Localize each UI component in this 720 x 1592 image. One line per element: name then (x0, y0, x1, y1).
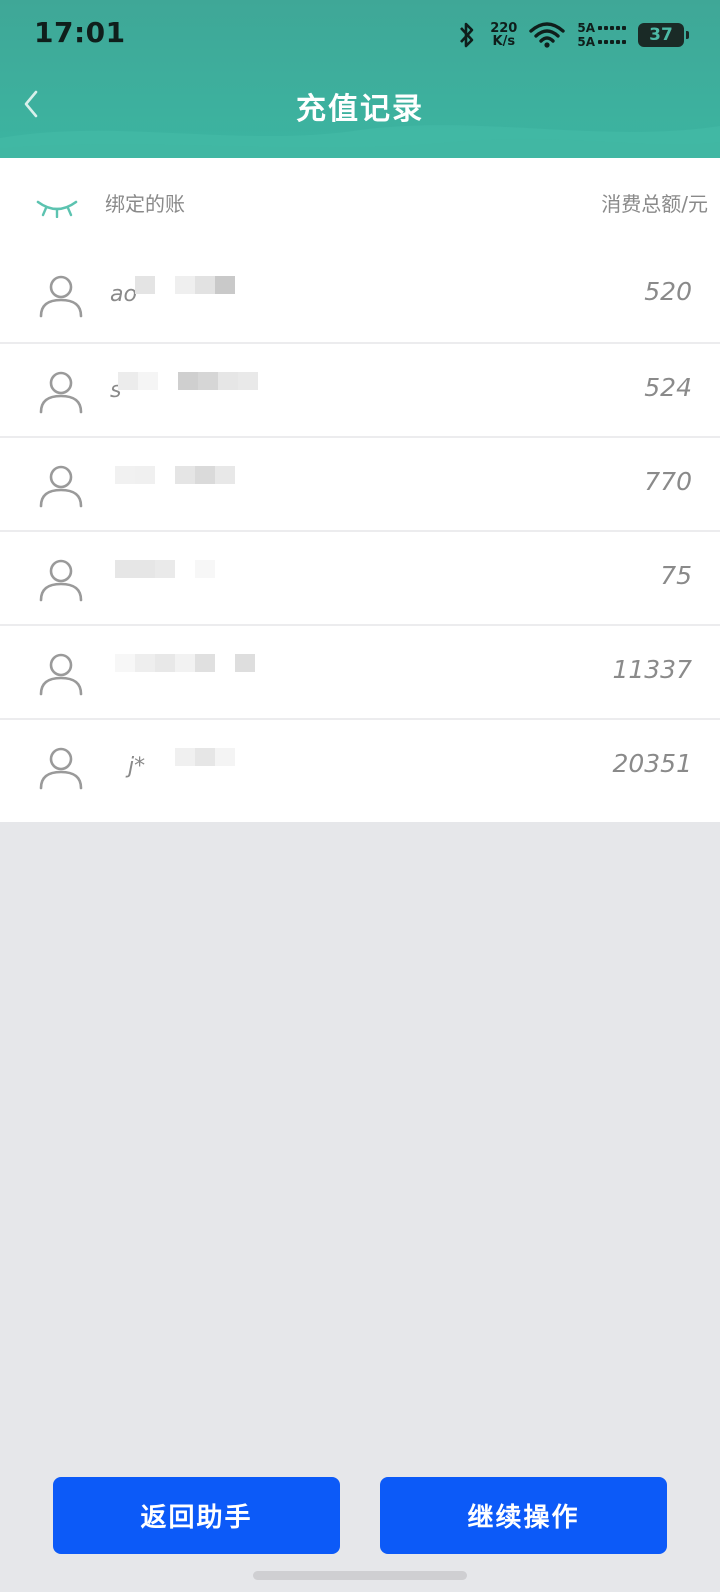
top-header: 17:01 220 K/s 5A 5A 37 充值记录 (0, 0, 720, 158)
back-to-assistant-button[interactable]: 返回助手 (53, 1477, 340, 1554)
privacy-mosaic (115, 466, 235, 502)
battery-level: 37 (649, 25, 673, 45)
sim1-label: 5A (577, 21, 595, 35)
user-avatar-icon (39, 465, 83, 508)
cellular-signal: 5A 5A (577, 22, 626, 48)
privacy-mosaic (135, 276, 235, 312)
privacy-mosaic (118, 372, 258, 408)
battery-indicator: 37 (638, 23, 689, 47)
status-time: 17:01 (34, 16, 126, 49)
account-name: ao (110, 282, 137, 307)
bluetooth-icon (460, 22, 474, 48)
list-header: 绑定的账 消费总额/元 (0, 158, 720, 248)
page-title: 充值记录 (296, 92, 424, 127)
recharge-record-list: 绑定的账 消费总额/元 ao 520 s 524 770 75 11337 j*… (0, 158, 720, 822)
account-row[interactable]: s 524 (0, 342, 720, 437)
network-speed-unit: K/s (492, 34, 516, 49)
privacy-mosaic (115, 560, 215, 596)
sim2-label: 5A (577, 35, 595, 49)
spend-amount: 11337 (612, 655, 692, 684)
account-row[interactable]: j* 20351 (0, 718, 720, 813)
user-avatar-icon (39, 371, 83, 414)
user-avatar-icon (39, 559, 83, 602)
network-speed: 220 K/s (490, 22, 517, 48)
account-name: j* (128, 754, 146, 779)
bound-account-label: 绑定的账 (105, 192, 185, 216)
privacy-mosaic (175, 748, 235, 784)
status-bar: 17:01 220 K/s 5A 5A 37 (0, 0, 720, 70)
spend-amount: 770 (644, 467, 692, 496)
home-indicator[interactable] (253, 1571, 467, 1580)
spend-amount: 20351 (612, 749, 692, 778)
spend-amount: 524 (644, 373, 692, 402)
account-row[interactable]: 11337 (0, 624, 720, 719)
account-row[interactable]: 770 (0, 436, 720, 531)
user-avatar-icon (39, 747, 83, 790)
status-icons: 220 K/s 5A 5A 37 (456, 18, 689, 52)
spend-amount: 75 (660, 561, 692, 590)
signal-dots-icon (598, 26, 626, 30)
account-row[interactable]: 75 (0, 530, 720, 625)
continue-button[interactable]: 继续操作 (380, 1477, 667, 1554)
wifi-icon (529, 22, 566, 48)
account-row[interactable]: ao 520 (0, 248, 720, 341)
privacy-mosaic (115, 654, 255, 690)
user-avatar-icon (39, 275, 83, 318)
eye-closed-icon[interactable] (36, 198, 78, 218)
signal-dots-icon (598, 40, 626, 44)
total-spend-label: 消费总额/元 (601, 192, 708, 216)
spend-amount: 520 (644, 277, 692, 306)
user-avatar-icon (39, 653, 83, 696)
